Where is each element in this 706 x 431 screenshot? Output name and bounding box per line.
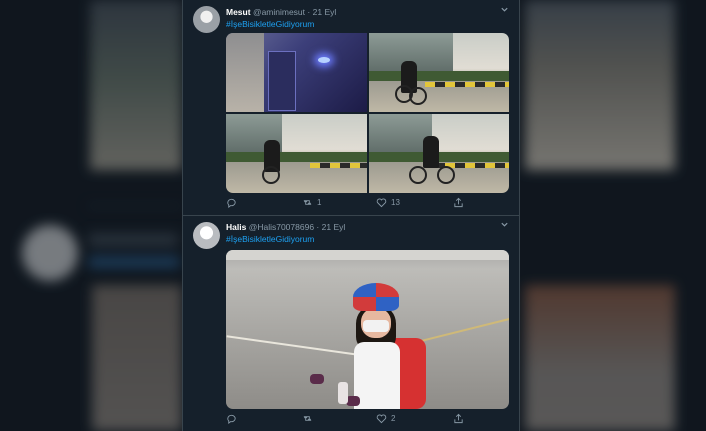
like-button[interactable]: 13 <box>376 197 400 208</box>
photo-lobby[interactable] <box>226 33 367 112</box>
user-handle[interactable]: @Halis70078696 <box>249 222 314 232</box>
retweet-button[interactable]: 1 <box>302 197 321 208</box>
tweet-header: Mesut @aminimesut · 21 Eyl <box>226 7 336 17</box>
photo-cyclist[interactable] <box>368 114 509 193</box>
tweet-header: Halis @Halis70078696 · 21 Eyl <box>226 222 345 232</box>
share-icon <box>454 197 463 208</box>
chevron-down-icon[interactable] <box>500 5 509 16</box>
separator: · <box>307 7 311 17</box>
like-count: 13 <box>391 198 400 207</box>
reply-icon <box>227 198 236 208</box>
tweet[interactable]: Halis @Halis70078696 · 21 Eyl #İşeBisikl… <box>183 215 519 431</box>
retweet-button[interactable] <box>302 413 317 424</box>
like-button[interactable]: 2 <box>376 413 395 424</box>
display-name[interactable]: Mesut <box>226 7 251 17</box>
reply-button[interactable] <box>226 197 241 208</box>
photo-cyclist[interactable] <box>368 33 509 112</box>
share-icon <box>454 413 463 424</box>
user-handle[interactable]: @aminimesut <box>253 7 305 17</box>
share-button[interactable] <box>453 197 464 208</box>
tweet-date[interactable]: 21 Eyl <box>313 7 337 17</box>
reply-icon <box>227 414 236 424</box>
like-count: 2 <box>391 414 396 423</box>
retweet-icon <box>303 416 312 421</box>
tweet-actions: 1 13 <box>226 197 509 211</box>
like-icon <box>376 198 387 208</box>
retweet-icon <box>303 200 312 205</box>
separator: · <box>316 222 320 232</box>
media-grid[interactable] <box>226 33 509 193</box>
tweet[interactable]: Mesut @aminimesut · 21 Eyl #İşeBisikletl… <box>183 0 519 216</box>
hashtag-link[interactable]: #İşeBisikletleGidiyorum <box>226 19 314 29</box>
tweet-date[interactable]: 21 Eyl <box>322 222 346 232</box>
share-button[interactable] <box>453 413 464 424</box>
avatar[interactable] <box>193 222 220 249</box>
media-photo[interactable] <box>226 250 509 409</box>
reply-button[interactable] <box>226 413 241 424</box>
avatar[interactable] <box>193 6 220 33</box>
photo-cyclist[interactable] <box>226 114 367 193</box>
photo-girl-on-bike[interactable] <box>226 250 509 409</box>
chevron-down-icon[interactable] <box>500 220 509 231</box>
display-name[interactable]: Halis <box>226 222 246 232</box>
like-icon <box>376 414 387 424</box>
retweet-count: 1 <box>317 198 322 207</box>
tweet-actions: 2 <box>226 413 509 427</box>
hashtag-link[interactable]: #İşeBisikletleGidiyorum <box>226 234 314 244</box>
tweet-timeline: Mesut @aminimesut · 21 Eyl #İşeBisikletl… <box>182 0 520 431</box>
